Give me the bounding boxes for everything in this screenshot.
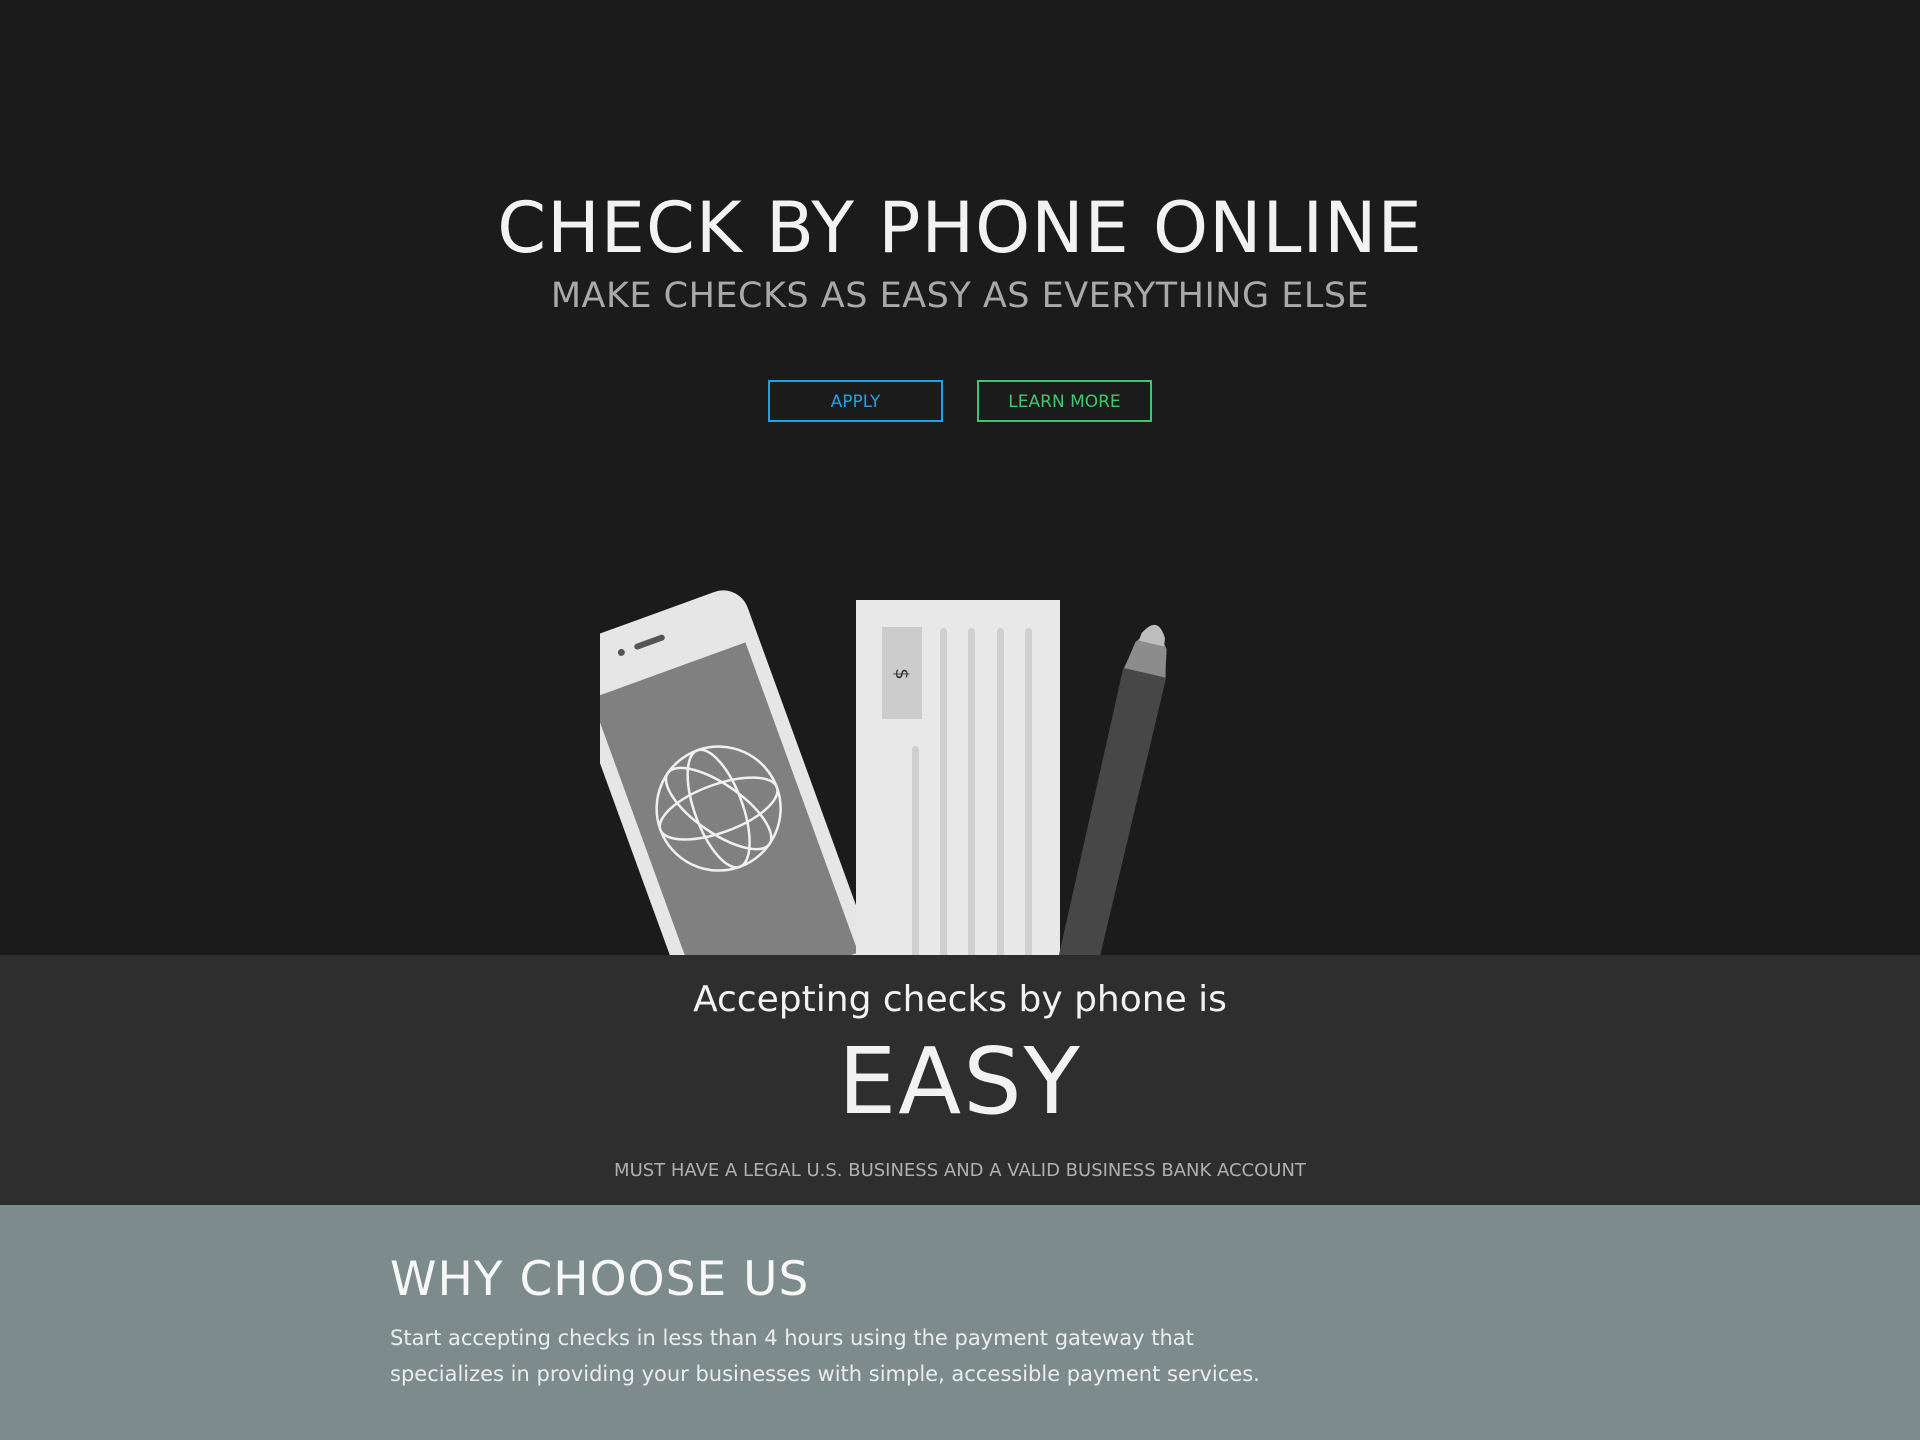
- eligibility-note: MUST HAVE A LEGAL U.S. BUSINESS AND A VA…: [614, 1160, 1306, 1181]
- learn-more-button[interactable]: LEARN MORE: [977, 380, 1152, 422]
- hero-illustration: $: [600, 590, 1167, 955]
- hero-title: CHECK BY PHONE ONLINE: [497, 187, 1423, 269]
- landing-page: CHECK BY PHONE ONLINE MAKE CHECKS AS EAS…: [0, 0, 1920, 1440]
- easy-lead-text: Accepting checks by phone is: [693, 979, 1227, 1020]
- easy-headline: EASY: [838, 1028, 1082, 1135]
- smartphone-icon: [600, 590, 869, 955]
- pen-icon: [1055, 625, 1167, 955]
- why-description: Start accepting checks in less than 4 ho…: [390, 1326, 1260, 1386]
- why-title: WHY CHOOSE US: [390, 1252, 810, 1307]
- easy-section: Accepting checks by phone is EASY MUST H…: [0, 955, 1920, 1205]
- hero-subtitle: MAKE CHECKS AS EASY AS EVERYTHING ELSE: [550, 276, 1370, 316]
- why-choose-us-section: WHY CHOOSE US Start accepting checks in …: [0, 1205, 1920, 1440]
- dollar-sign: $: [891, 668, 912, 679]
- hero-section: CHECK BY PHONE ONLINE MAKE CHECKS AS EAS…: [0, 0, 1920, 955]
- apply-button[interactable]: APPLY: [768, 380, 943, 422]
- check-document-icon: $: [856, 600, 1060, 955]
